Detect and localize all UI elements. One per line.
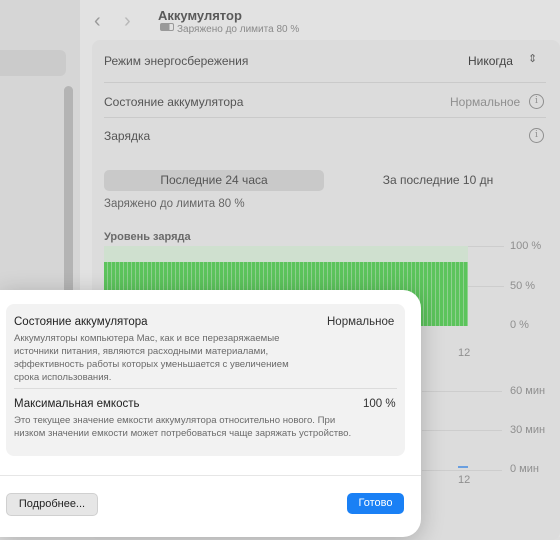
health-title: Состояние аккумулятора [14, 316, 148, 328]
sheet-content-group: Состояние аккумулятора Нормальное Аккуму… [6, 304, 405, 456]
more-info-button[interactable]: Подробнее... [6, 493, 98, 516]
capacity-value: 100 % [363, 398, 396, 410]
health-value: Нормальное [327, 316, 395, 328]
done-button[interactable]: Готово [347, 493, 404, 514]
health-description: Аккумуляторы компьютера Mac, как и все п… [14, 333, 289, 383]
capacity-description: Это текущее значение емкости аккумулятор… [14, 415, 352, 439]
capacity-title: Максимальная емкость [14, 398, 140, 410]
sheet-divider [0, 475, 421, 476]
divider [14, 388, 397, 389]
battery-health-sheet: Состояние аккумулятора Нормальное Аккуму… [0, 290, 421, 537]
